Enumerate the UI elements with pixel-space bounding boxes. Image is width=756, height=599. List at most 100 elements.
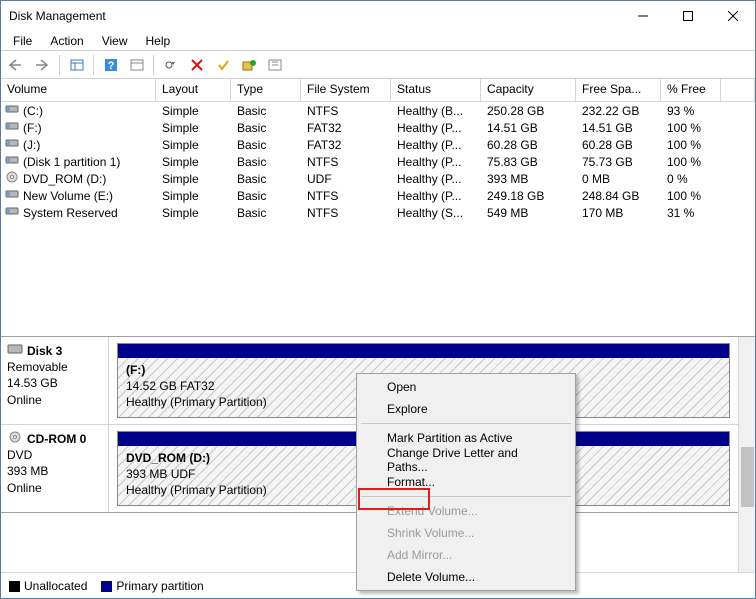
volume-pctfree: 0 % — [661, 172, 721, 186]
volume-freespace: 14.51 GB — [576, 121, 661, 135]
volume-row[interactable]: DVD_ROM (D:)SimpleBasicUDFHealthy (P...3… — [1, 170, 755, 187]
ctx-extend-volume: Extend Volume... — [359, 500, 573, 522]
disk-title: Disk 3 — [27, 343, 62, 359]
volume-name: DVD_ROM (D:) — [23, 172, 106, 186]
partition-size-fs: 393 MB UDF — [126, 467, 195, 481]
column-type[interactable]: Type — [231, 79, 301, 102]
maximize-button[interactable] — [665, 2, 710, 31]
volume-freespace: 0 MB — [576, 172, 661, 186]
ctx-separator — [361, 496, 571, 497]
unallocated-swatch-icon — [9, 581, 20, 592]
volume-freespace: 232.22 GB — [576, 104, 661, 118]
volume-icon — [5, 120, 19, 135]
column-freespace[interactable]: Free Spa... — [576, 79, 661, 102]
ctx-delete-volume[interactable]: Delete Volume... — [359, 566, 573, 588]
partition-status: Healthy (Primary Partition) — [126, 395, 267, 409]
volume-pctfree: 31 % — [661, 206, 721, 220]
menu-help[interactable]: Help — [138, 32, 179, 50]
volume-icon — [5, 154, 19, 169]
volume-capacity: 75.83 GB — [481, 155, 576, 169]
volume-layout: Simple — [156, 121, 231, 135]
ctx-change-drive-letter[interactable]: Change Drive Letter and Paths... — [359, 449, 573, 471]
volume-type: Basic — [231, 206, 301, 220]
scrollbar-thumb[interactable] — [741, 447, 754, 507]
menu-view[interactable]: View — [94, 32, 136, 50]
volume-row[interactable]: (F:)SimpleBasicFAT32Healthy (P...14.51 G… — [1, 119, 755, 136]
column-layout[interactable]: Layout — [156, 79, 231, 102]
help-button[interactable]: ? — [99, 54, 122, 76]
column-pctfree[interactable]: % Free — [661, 79, 721, 102]
refresh-button[interactable] — [159, 54, 182, 76]
ctx-shrink-volume: Shrink Volume... — [359, 522, 573, 544]
mark-button[interactable] — [211, 54, 234, 76]
volume-capacity: 14.51 GB — [481, 121, 576, 135]
volume-layout: Simple — [156, 138, 231, 152]
volume-status: Healthy (P... — [391, 121, 481, 135]
context-menu: Open Explore Mark Partition as Active Ch… — [356, 373, 576, 591]
volume-capacity: 393 MB — [481, 172, 576, 186]
volume-row[interactable]: New Volume (E:)SimpleBasicNTFSHealthy (P… — [1, 187, 755, 204]
column-volume[interactable]: Volume — [1, 79, 156, 102]
volume-pctfree: 100 % — [661, 189, 721, 203]
settings-button[interactable] — [263, 54, 286, 76]
disk-management-window: Disk Management File Action View Help ? — [0, 0, 756, 599]
volume-capacity: 549 MB — [481, 206, 576, 220]
forward-button[interactable] — [31, 54, 54, 76]
column-spacer — [721, 79, 755, 102]
volume-layout: Simple — [156, 206, 231, 220]
volume-name: (J:) — [23, 138, 40, 152]
volume-freespace: 75.73 GB — [576, 155, 661, 169]
volume-layout: Simple — [156, 189, 231, 203]
volume-row[interactable]: (J:)SimpleBasicFAT32Healthy (P...60.28 G… — [1, 136, 755, 153]
disk-state: Online — [7, 392, 102, 408]
toolbar: ? — [1, 51, 755, 79]
volume-row[interactable]: (Disk 1 partition 1)SimpleBasicNTFSHealt… — [1, 153, 755, 170]
disk-label[interactable]: Disk 3Removable14.53 GBOnline — [1, 337, 109, 424]
ctx-open[interactable]: Open — [359, 376, 573, 398]
ctx-add-mirror: Add Mirror... — [359, 544, 573, 566]
titlebar: Disk Management — [1, 1, 755, 31]
volume-status: Healthy (P... — [391, 138, 481, 152]
show-hide-tree-button[interactable] — [65, 54, 88, 76]
volume-pctfree: 100 % — [661, 155, 721, 169]
disk-size: 393 MB — [7, 463, 102, 479]
volume-type: Basic — [231, 155, 301, 169]
volume-list-header: Volume Layout Type File System Status Ca… — [1, 79, 755, 102]
close-button[interactable] — [710, 2, 755, 31]
disk-state: Online — [7, 480, 102, 496]
volume-freespace: 248.84 GB — [576, 189, 661, 203]
disk-label[interactable]: CD-ROM 0DVD393 MBOnline — [1, 425, 109, 512]
back-button[interactable] — [5, 54, 28, 76]
column-capacity[interactable]: Capacity — [481, 79, 576, 102]
volume-list-body[interactable]: (C:)SimpleBasicNTFSHealthy (B...250.28 G… — [1, 102, 755, 336]
graphical-scrollbar[interactable] — [738, 337, 755, 572]
volume-icon — [5, 137, 19, 152]
ctx-explore[interactable]: Explore — [359, 398, 573, 420]
volume-type: Basic — [231, 172, 301, 186]
menu-action[interactable]: Action — [42, 32, 91, 50]
volume-name: (Disk 1 partition 1) — [23, 155, 120, 169]
volume-filesystem: NTFS — [301, 155, 391, 169]
volume-icon — [5, 103, 19, 118]
column-filesystem[interactable]: File System — [301, 79, 391, 102]
volume-name: System Reserved — [23, 206, 118, 220]
ctx-format[interactable]: Format... — [359, 471, 573, 493]
volume-icon — [5, 205, 19, 220]
volume-row[interactable]: System ReservedSimpleBasicNTFSHealthy (S… — [1, 204, 755, 221]
volume-filesystem: NTFS — [301, 189, 391, 203]
svg-text:?: ? — [107, 60, 114, 72]
volume-row[interactable]: (C:)SimpleBasicNTFSHealthy (B...250.28 G… — [1, 102, 755, 119]
volume-status: Healthy (B... — [391, 104, 481, 118]
new-volume-button[interactable] — [237, 54, 260, 76]
menu-file[interactable]: File — [5, 32, 40, 50]
volume-filesystem: NTFS — [301, 206, 391, 220]
disk-icon — [7, 343, 23, 359]
column-status[interactable]: Status — [391, 79, 481, 102]
properties-button[interactable] — [125, 54, 148, 76]
disk-size: 14.53 GB — [7, 375, 102, 391]
delete-button[interactable] — [185, 54, 208, 76]
volume-pctfree: 100 % — [661, 121, 721, 135]
volume-status: Healthy (P... — [391, 189, 481, 203]
menubar: File Action View Help — [1, 31, 755, 51]
minimize-button[interactable] — [620, 2, 665, 31]
